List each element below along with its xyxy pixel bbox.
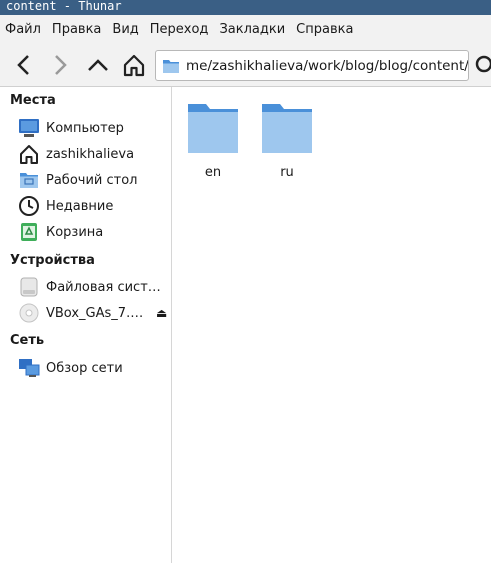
network-icon xyxy=(18,357,40,379)
sidebar-item-home[interactable]: zashikhalieva xyxy=(18,142,168,166)
forward-icon xyxy=(55,55,67,75)
folder-name: en xyxy=(204,165,222,180)
sidebar: Места Компьютер zashikhalieva Рабочий ст… xyxy=(0,87,172,563)
folder-item-en[interactable]: en xyxy=(178,101,248,180)
sidebar-item-recent[interactable]: Недавние xyxy=(18,194,168,218)
section-network: Сеть xyxy=(10,333,45,348)
desktop-folder-icon xyxy=(18,169,40,191)
up-icon xyxy=(88,59,108,71)
menu-file[interactable]: Файл xyxy=(0,15,47,45)
up-button[interactable] xyxy=(83,50,113,80)
optical-disc-icon xyxy=(18,302,40,324)
window-title: content - Thunar xyxy=(0,0,491,15)
computer-icon xyxy=(18,117,40,139)
menu-edit[interactable]: Правка xyxy=(47,15,107,45)
folder-name: ru xyxy=(280,165,294,180)
back-icon xyxy=(17,55,29,75)
search-button[interactable] xyxy=(472,50,491,80)
forward-button[interactable] xyxy=(45,50,75,80)
sidebar-item-label: VBox_GAs_7.… xyxy=(46,305,144,321)
sidebar-item-label: Файловая сист… xyxy=(46,279,161,295)
folder-icon xyxy=(188,104,238,153)
folder-icon xyxy=(163,59,179,73)
menu-bar: Файл Правка Вид Переход Закладки Справка xyxy=(0,15,491,45)
file-view: en ru xyxy=(173,87,491,563)
sidebar-item-label: Недавние xyxy=(46,198,114,214)
menu-view[interactable]: Вид xyxy=(107,15,144,45)
home-icon xyxy=(18,143,40,165)
home-icon xyxy=(123,54,145,77)
menu-bookmarks[interactable]: Закладки xyxy=(214,15,291,45)
search-icon xyxy=(475,55,491,73)
folder-icon xyxy=(262,104,312,153)
toolbar: me/zashikhalieva/work/blog/blog/content/ xyxy=(0,45,491,87)
sidebar-item-desktop[interactable]: Рабочий стол xyxy=(18,168,168,192)
location-path: me/zashikhalieva/work/blog/blog/content/ xyxy=(186,57,469,74)
sidebar-item-label: zashikhalieva xyxy=(46,146,135,162)
folder-item-ru[interactable]: ru xyxy=(252,101,322,180)
sidebar-item-label: Рабочий стол xyxy=(46,172,138,188)
section-devices: Устройства xyxy=(10,253,95,268)
home-button[interactable] xyxy=(119,50,149,80)
section-places: Места xyxy=(10,93,56,108)
menu-help[interactable]: Справка xyxy=(291,15,359,45)
sidebar-item-trash[interactable]: Корзина xyxy=(18,220,168,244)
eject-icon[interactable]: ⏏ xyxy=(156,306,167,320)
sidebar-item-label: Компьютер xyxy=(46,120,124,136)
trash-icon xyxy=(18,221,40,243)
recent-clock-icon xyxy=(18,195,40,217)
back-button[interactable] xyxy=(9,50,39,80)
sidebar-item-label: Корзина xyxy=(46,224,104,240)
location-bar[interactable]: me/zashikhalieva/work/blog/blog/content/ xyxy=(155,50,469,81)
sidebar-item-label: Обзор сети xyxy=(46,360,123,376)
sidebar-item-filesystem[interactable]: Файловая сист… xyxy=(18,275,168,299)
drive-icon xyxy=(18,276,40,298)
menu-go[interactable]: Переход xyxy=(145,15,215,45)
sidebar-item-vbox[interactable]: VBox_GAs_7.… xyxy=(18,301,168,325)
sidebar-item-computer[interactable]: Компьютер xyxy=(18,116,168,140)
sidebar-item-network[interactable]: Обзор сети xyxy=(18,356,168,380)
